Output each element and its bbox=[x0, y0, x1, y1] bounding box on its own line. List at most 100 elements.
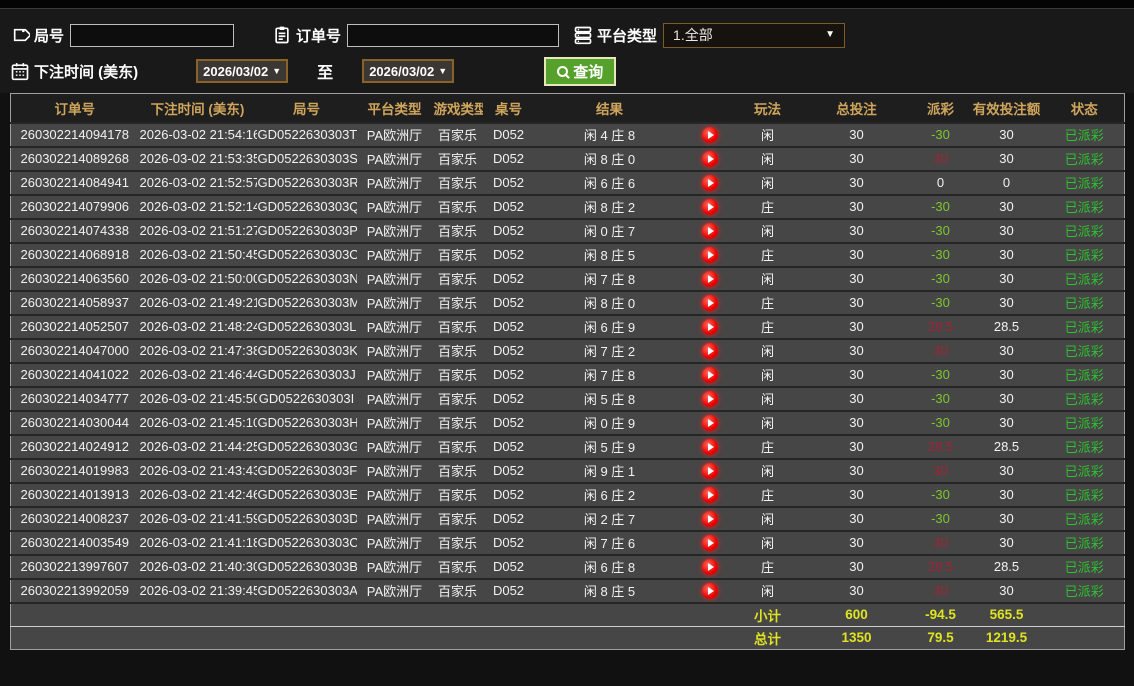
table-row: 260302214084941 2026-03-02 21:52:57 GD05… bbox=[10, 170, 1125, 196]
round-id-cell: GD0522630303B bbox=[256, 554, 357, 580]
game-type-cell: 百家乐 bbox=[432, 242, 483, 268]
red-play-button-icon[interactable] bbox=[701, 270, 718, 287]
header-round-id: 局号 bbox=[256, 93, 357, 124]
table-row: 260302214058937 2026-03-02 21:49:21 GD05… bbox=[10, 290, 1125, 316]
table-no-cell: D052 bbox=[482, 242, 535, 268]
total-bet-cell: 30 bbox=[800, 458, 913, 484]
table-no-cell: D052 bbox=[482, 266, 535, 292]
valid-bet-cell: 0 bbox=[968, 170, 1045, 196]
platform-cell: PA欧洲厅 bbox=[356, 266, 433, 292]
game-type-cell: 百家乐 bbox=[432, 530, 483, 556]
valid-bet-cell: 28.5 bbox=[968, 434, 1045, 460]
payout-cell: -30 bbox=[912, 242, 969, 268]
platform-type-select[interactable]: 1.全部 ▼ bbox=[663, 22, 846, 48]
table-no-cell: D052 bbox=[482, 314, 535, 340]
payout-cell: -30 bbox=[912, 194, 969, 220]
red-play-button-icon[interactable] bbox=[701, 318, 718, 335]
order-number-input[interactable] bbox=[347, 23, 560, 47]
red-play-button-icon[interactable] bbox=[701, 222, 718, 239]
payout-cell: 28.5 bbox=[912, 314, 969, 340]
payout-cell: -30 bbox=[912, 410, 969, 436]
bet-time-cell: 2026-03-02 21:52:57 bbox=[138, 170, 257, 196]
bet-time-cell: 2026-03-02 21:52:14 bbox=[138, 194, 257, 220]
result-cell: 闲 7 庄 2 bbox=[534, 338, 685, 364]
red-play-button-icon[interactable] bbox=[701, 174, 718, 191]
table-row: 260302214074338 2026-03-02 21:51:27 GD05… bbox=[10, 218, 1125, 244]
game-type-cell: 百家乐 bbox=[432, 434, 483, 460]
status-cell: 已派彩 bbox=[1044, 218, 1125, 244]
date-to-picker[interactable]: 2026/03/02 ▼ bbox=[362, 59, 455, 83]
media-cell bbox=[684, 362, 735, 388]
order-id-cell: 260302214074338 bbox=[10, 218, 139, 244]
order-id-cell: 260302214041022 bbox=[10, 362, 139, 388]
payout-cell: 0 bbox=[912, 170, 969, 196]
red-play-button-icon[interactable] bbox=[701, 558, 718, 575]
caret-down-icon: ▼ bbox=[825, 29, 836, 40]
header-table-no: 桌号 bbox=[482, 93, 535, 124]
red-play-button-icon[interactable] bbox=[701, 510, 718, 527]
caret-down-icon: ▼ bbox=[272, 65, 282, 76]
red-play-button-icon[interactable] bbox=[701, 366, 718, 383]
status-cell: 已派彩 bbox=[1044, 194, 1125, 220]
red-play-button-icon[interactable] bbox=[701, 534, 718, 551]
platform-cell: PA欧洲厅 bbox=[356, 146, 433, 172]
platform-cell: PA欧洲厅 bbox=[356, 362, 433, 388]
round-id-cell: GD0522630303D bbox=[256, 506, 357, 532]
search-button[interactable]: 查询 bbox=[544, 56, 617, 86]
order-id-cell: 260302214084941 bbox=[10, 170, 139, 196]
red-play-button-icon[interactable] bbox=[701, 294, 718, 311]
payout-cell: -30 bbox=[912, 290, 969, 316]
media-cell bbox=[684, 434, 735, 460]
media-cell bbox=[684, 578, 735, 604]
status-cell: 已派彩 bbox=[1044, 578, 1125, 604]
table-row: 260302214013913 2026-03-02 21:42:46 GD05… bbox=[10, 482, 1125, 508]
status-cell: 已派彩 bbox=[1044, 434, 1125, 460]
order-id-cell: 260302214013913 bbox=[10, 482, 139, 508]
media-cell bbox=[684, 338, 735, 364]
red-play-button-icon[interactable] bbox=[701, 390, 718, 407]
play-type-cell: 闲 bbox=[734, 338, 801, 364]
red-play-button-icon[interactable] bbox=[701, 486, 718, 503]
order-id-cell: 260302214068918 bbox=[10, 242, 139, 268]
table-no-cell: D052 bbox=[482, 410, 535, 436]
red-play-button-icon[interactable] bbox=[701, 414, 718, 431]
play-type-cell: 闲 bbox=[734, 410, 801, 436]
red-play-button-icon[interactable] bbox=[701, 582, 718, 599]
red-play-button-icon[interactable] bbox=[701, 438, 718, 455]
status-cell: 已派彩 bbox=[1044, 362, 1125, 388]
order-id-cell: 260302214063560 bbox=[10, 266, 139, 292]
play-type-cell: 闲 bbox=[734, 266, 801, 292]
table-no-cell: D052 bbox=[482, 290, 535, 316]
date-from-picker[interactable]: 2026/03/02 ▼ bbox=[196, 59, 289, 83]
header-result: 结果 bbox=[534, 93, 685, 124]
result-cell: 闲 8 庄 0 bbox=[534, 290, 685, 316]
header-game-type: 游戏类型 bbox=[432, 93, 483, 124]
red-play-button-icon[interactable] bbox=[701, 198, 718, 215]
calendar-icon bbox=[10, 61, 30, 81]
red-play-button-icon[interactable] bbox=[701, 150, 718, 167]
clipboard-icon bbox=[272, 25, 292, 45]
order-id-cell: 260302214003549 bbox=[10, 530, 139, 556]
bet-time-cell: 2026-03-02 21:41:59 bbox=[138, 506, 257, 532]
total-bet-cell: 30 bbox=[800, 554, 913, 580]
platform-cell: PA欧洲厅 bbox=[356, 458, 433, 484]
order-id-cell: 260302214089268 bbox=[10, 146, 139, 172]
platform-cell: PA欧洲厅 bbox=[356, 122, 433, 148]
red-play-button-icon[interactable] bbox=[701, 246, 718, 263]
payout-cell: -30 bbox=[912, 386, 969, 412]
round-number-input[interactable] bbox=[70, 23, 235, 47]
total-bet-cell: 30 bbox=[800, 146, 913, 172]
red-play-button-icon[interactable] bbox=[701, 462, 718, 479]
valid-bet-cell: 30 bbox=[968, 146, 1045, 172]
round-id-cell: GD0522630303M bbox=[256, 290, 357, 316]
red-play-button-icon[interactable] bbox=[701, 342, 718, 359]
media-cell bbox=[684, 314, 735, 340]
media-cell bbox=[684, 410, 735, 436]
total-bet-cell: 30 bbox=[800, 194, 913, 220]
table-no-cell: D052 bbox=[482, 194, 535, 220]
result-cell: 闲 7 庄 8 bbox=[534, 266, 685, 292]
status-cell: 已派彩 bbox=[1044, 458, 1125, 484]
red-play-button-icon[interactable] bbox=[701, 126, 718, 143]
valid-bet-cell: 30 bbox=[968, 290, 1045, 316]
bet-time-cell: 2026-03-02 21:40:30 bbox=[138, 554, 257, 580]
